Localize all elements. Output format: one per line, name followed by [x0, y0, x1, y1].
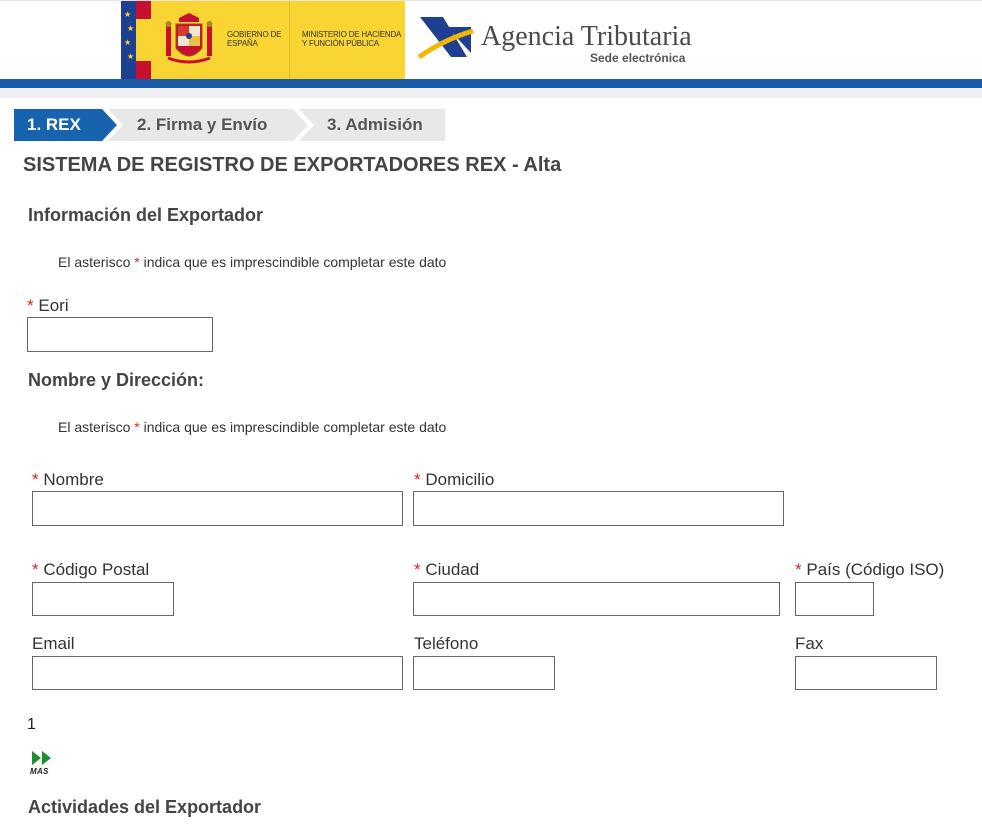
page-title: SISTEMA DE REGISTRO DE EXPORTADORES REX …	[23, 154, 562, 176]
ciudad-label: * Ciudad	[414, 560, 479, 580]
required-asterisk: *	[795, 560, 802, 579]
eu-spain-flag-icon: ★ ★ ★ ★	[121, 1, 151, 80]
eori-label-text: Eori	[38, 296, 69, 315]
codigo-postal-label: * Código Postal	[32, 560, 149, 580]
eori-input[interactable]	[27, 317, 213, 352]
required-asterisk: *	[414, 470, 421, 489]
codigo-postal-label-text: Código Postal	[43, 560, 150, 579]
note-suffix: indica que es imprescindible completar e…	[143, 254, 447, 270]
step-admision[interactable]: 3. Admisión	[299, 109, 445, 141]
section-title-name-address: Nombre y Dirección:	[28, 370, 205, 390]
ciudad-label-text: Ciudad	[425, 560, 480, 579]
note-suffix: indica que es imprescindible completar e…	[143, 419, 447, 435]
header-blue-bar	[0, 79, 982, 88]
pais-label: * País (Código ISO)	[795, 560, 944, 580]
required-asterisk: *	[134, 254, 140, 270]
government-logo-block: ★ ★ ★ ★ GOBIERNO DE ESPAÑA MINISTERIO DE…	[121, 1, 405, 80]
email-input[interactable]	[32, 656, 403, 690]
pais-input[interactable]	[795, 582, 874, 616]
required-note: El asterisco * indica que es imprescindi…	[58, 254, 446, 270]
codigo-postal-input[interactable]	[32, 582, 174, 616]
email-label: Email	[32, 634, 75, 653]
note-prefix: El asterisco	[58, 419, 131, 435]
nombre-label: * Nombre	[32, 470, 104, 490]
header-gray-band	[0, 88, 982, 98]
required-asterisk: *	[414, 560, 421, 579]
agencia-tributaria-logo-icon	[417, 17, 474, 60]
section-title-exporter-info: Información del Exportador	[28, 205, 264, 225]
fax-label: Fax	[795, 634, 824, 653]
page-number: 1	[27, 716, 36, 733]
note-prefix: El asterisco	[58, 254, 131, 270]
required-asterisk: *	[27, 296, 34, 315]
telefono-label: Teléfono	[414, 634, 479, 653]
required-asterisk: *	[32, 470, 39, 489]
more-button[interactable]: MAS	[29, 750, 55, 778]
required-asterisk: *	[32, 560, 39, 579]
pais-label-text: País (Código ISO)	[806, 560, 945, 579]
double-arrow-right-icon	[32, 751, 51, 765]
more-label: MAS	[30, 767, 49, 776]
coat-of-arms-icon	[165, 13, 213, 64]
nombre-input[interactable]	[32, 491, 403, 526]
gobierno-espana-text: GOBIERNO DE ESPAÑA	[227, 30, 282, 48]
divider	[289, 1, 290, 80]
domicilio-label-text: Domicilio	[425, 470, 495, 489]
section-title-activities: Actividades del Exportador	[28, 797, 262, 817]
domicilio-input[interactable]	[413, 491, 784, 526]
step-rex[interactable]: 1. REX	[14, 109, 117, 141]
domicilio-label: * Domicilio	[414, 470, 494, 490]
ministerio-text: MINISTERIO DE HACIENDA Y FUNCIÓN PÚBLICA	[302, 30, 401, 48]
ciudad-input[interactable]	[413, 582, 780, 616]
eori-label: * Eori	[27, 296, 69, 316]
step-firma-envio[interactable]: 2. Firma y Envío	[108, 109, 308, 141]
fax-input[interactable]	[795, 656, 937, 690]
required-asterisk: *	[134, 419, 140, 435]
telefono-input[interactable]	[413, 656, 555, 690]
required-note: El asterisco * indica que es imprescindi…	[58, 419, 446, 435]
agency-subtitle: Sede electrónica	[590, 51, 686, 65]
agency-name: Agencia Tributaria	[481, 21, 692, 52]
nombre-label-text: Nombre	[43, 470, 104, 489]
site-header: ★ ★ ★ ★ GOBIERNO DE ESPAÑA MINISTERIO DE…	[0, 0, 982, 80]
